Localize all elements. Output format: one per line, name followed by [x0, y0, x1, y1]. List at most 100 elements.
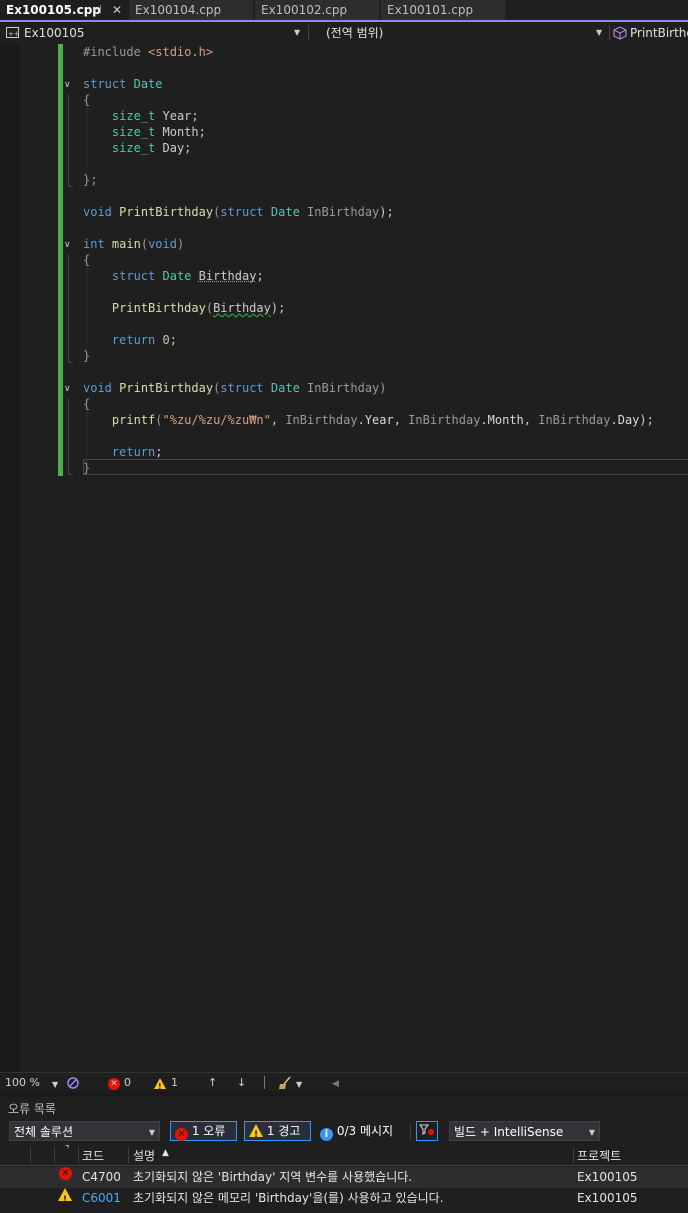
code-line-9: }; — [83, 173, 98, 187]
divider — [308, 25, 309, 41]
source-filter-dropdown[interactable]: 빌드 + IntelliSense ▼ — [449, 1121, 600, 1141]
chevron-down-icon: ▼ — [148, 1128, 155, 1137]
scope-label: (전역 범위) — [326, 26, 384, 40]
code-line-27: } — [83, 461, 91, 475]
column-code[interactable]: 코드 — [82, 1147, 104, 1164]
tab-label: Ex100104.cpp — [135, 3, 222, 17]
error-icon: ✕ — [175, 1128, 188, 1141]
navigation-bar: ++ Ex100105 ▼ (전역 범위) ▼ PrintBirthday — [0, 22, 688, 45]
close-icon[interactable]: ✕ — [112, 0, 122, 20]
zoom-level[interactable]: 100 % — [5, 1075, 40, 1091]
chevron-down-icon: ▼ — [294, 28, 301, 37]
project-icon: ++ — [6, 27, 20, 38]
warning-row[interactable]: ! C6001 초기화되지 않은 메모리 'Birthday'을(를) 사용하고… — [0, 1188, 688, 1209]
tab-ex100105[interactable]: Ex100105.cpp ⊣ ✕ — [0, 0, 127, 20]
fold-chevron-icon[interactable]: ∨ — [64, 240, 71, 250]
code-line-7: size_t Day; — [111, 141, 192, 155]
scope-filter-dropdown[interactable]: 전체 솔루션 ▼ — [9, 1121, 160, 1141]
warnings-filter-label: 1 경고 — [266, 1124, 301, 1138]
uninitialized-variable: Birthday — [198, 269, 257, 283]
editor-status-strip: 100 % ▼ ✕ 0 ! 1 ↑ ↓ ▼ ◀ — [0, 1072, 688, 1092]
divider — [410, 1124, 411, 1140]
tab-label: Ex100101.cpp — [387, 3, 474, 17]
change-indicator — [58, 44, 63, 476]
scroll-left-icon[interactable]: ◀ — [332, 1076, 339, 1092]
warning-project: Ex100105 — [577, 1191, 638, 1205]
code-line-17: PrintBirthday(Birthday); — [111, 301, 286, 315]
code-line-22: void PrintBirthday(struct Date InBirthda… — [83, 381, 387, 395]
warnings-filter-button[interactable]: ! 1 경고 — [244, 1121, 311, 1141]
code-line-15: struct Date Birthday; — [111, 269, 264, 283]
code-line-23: { — [83, 397, 91, 411]
fold-chevron-icon[interactable]: ∨ — [64, 384, 71, 394]
error-row[interactable]: ✕ C4700 초기화되지 않은 'Birthday' 지역 변수를 사용했습니… — [0, 1167, 688, 1188]
filter-toggle-button[interactable] — [416, 1121, 438, 1141]
glyph-margin — [0, 44, 20, 1072]
column-divider[interactable] — [78, 1147, 79, 1163]
code-line-14: { — [83, 253, 91, 267]
code-line-13: int main(void) — [83, 237, 185, 251]
member-dropdown[interactable]: PrintBirthday — [612, 24, 688, 42]
project-dropdown[interactable]: ++ Ex100105 ▼ — [4, 24, 304, 42]
scope-dropdown[interactable]: (전역 범위) ▼ — [312, 24, 608, 42]
column-divider[interactable] — [128, 1147, 129, 1163]
errors-filter-button[interactable]: ✕ 1 오류 — [170, 1121, 237, 1141]
code-line-3: struct Date — [83, 77, 163, 91]
chevron-down-icon: ▼ — [588, 1128, 595, 1137]
fold-guide — [68, 398, 69, 475]
tab-label: Ex100105.cpp — [6, 3, 101, 17]
code-line-1: #include <stdio.h> — [83, 45, 214, 59]
svg-text:++: ++ — [8, 30, 20, 38]
code-line-19: return 0; — [111, 333, 177, 347]
warning-icon: ! — [249, 1124, 263, 1140]
sort-indicator-icon[interactable]: ⌝ — [65, 1145, 69, 1155]
column-divider[interactable] — [30, 1147, 31, 1163]
code-line-5: size_t Year; — [111, 109, 199, 123]
error-list-header: ⌝ 코드 설명 ▲ 프로젝트 — [0, 1145, 688, 1166]
fold-guide-end — [68, 362, 73, 363]
error-list-panel: 오류 목록 전체 솔루션 ▼ ✕ 1 오류 ! 1 경고 i 0/3 메시지 빌… — [0, 1097, 688, 1213]
panel-title: 오류 목록 — [8, 1102, 56, 1116]
warning-description: 초기화되지 않은 메모리 'Birthday'을(를) 사용하고 있습니다. — [133, 1191, 444, 1205]
current-line-highlight — [83, 459, 688, 475]
cube-icon — [613, 26, 627, 40]
scope-filter-label: 전체 솔루션 — [14, 1125, 74, 1139]
code-editor[interactable]: ∨ ∨ ∨ #include <stdio.h> struct Date { s… — [0, 44, 688, 1072]
errors-filter-label: 1 오류 — [191, 1124, 226, 1138]
code-line-20: } — [83, 349, 91, 363]
tab-ex100101[interactable]: Ex100101.cpp — [381, 0, 505, 20]
pin-icon[interactable]: ⊣ — [92, 0, 102, 20]
chevron-down-icon: ▼ — [596, 28, 603, 37]
tab-ex100102[interactable]: Ex100102.cpp — [255, 0, 379, 20]
fold-guide-end — [68, 186, 73, 187]
error-project: Ex100105 — [577, 1170, 638, 1184]
error-code: C4700 — [82, 1170, 121, 1184]
tab-ex100104[interactable]: Ex100104.cpp — [129, 0, 253, 20]
column-project[interactable]: 프로젝트 — [577, 1147, 621, 1164]
code-line-4: { — [83, 93, 91, 107]
column-divider[interactable] — [573, 1147, 574, 1163]
next-issue-arrow-icon[interactable]: ↓ — [237, 1075, 246, 1091]
member-label: PrintBirthday — [630, 26, 688, 40]
warning-count[interactable]: 1 — [171, 1075, 178, 1091]
warning-code-link[interactable]: C6001 — [82, 1188, 121, 1209]
fold-chevron-icon[interactable]: ∨ — [64, 80, 71, 90]
code-line-6: size_t Month; — [111, 125, 206, 139]
code-line-11: void PrintBirthday(struct Date InBirthda… — [83, 205, 394, 219]
error-count[interactable]: 0 — [124, 1075, 131, 1091]
document-tab-bar: Ex100105.cpp ⊣ ✕ Ex100104.cpp Ex100102.c… — [0, 0, 688, 20]
code-line-24: printf("%zu/%zu/%zu₩n", InBirthday.Year,… — [111, 413, 654, 427]
column-divider[interactable] — [54, 1147, 55, 1163]
messages-filter-button[interactable]: i 0/3 메시지 — [320, 1121, 393, 1141]
messages-filter-label: 0/3 메시지 — [336, 1124, 394, 1138]
project-name: Ex100105 — [24, 26, 85, 40]
source-filter-label: 빌드 + IntelliSense — [454, 1125, 564, 1139]
previous-issue-arrow-icon[interactable]: ↑ — [208, 1075, 217, 1091]
column-description[interactable]: 설명 — [133, 1147, 155, 1164]
fold-guide-end — [68, 474, 73, 475]
error-description: 초기화되지 않은 'Birthday' 지역 변수를 사용했습니다. — [133, 1170, 413, 1184]
fold-guide — [68, 94, 69, 187]
warning-squiggle: Birthday — [213, 301, 271, 315]
divider — [609, 25, 610, 41]
filter-icon — [418, 1124, 434, 1135]
